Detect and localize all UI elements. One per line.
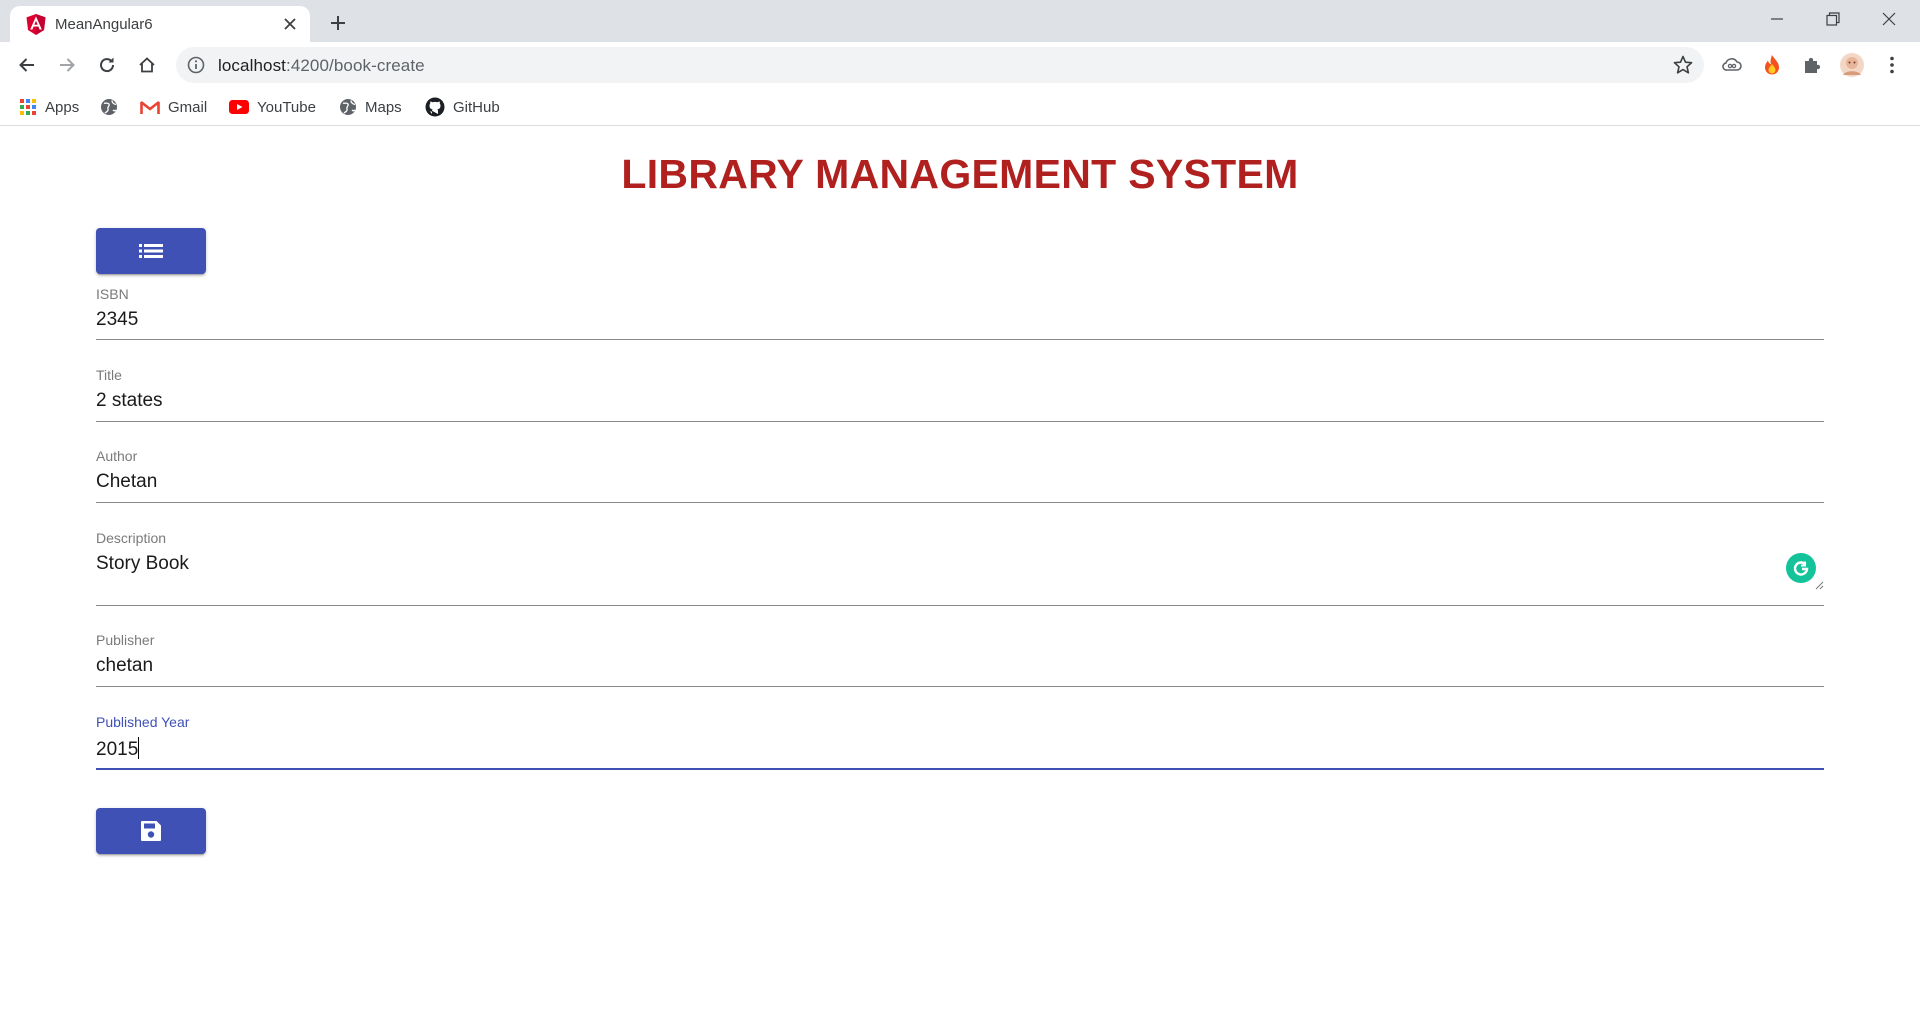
- address-bar[interactable]: localhost:4200/book-create: [176, 47, 1704, 83]
- published-year-value: 2015: [96, 739, 139, 760]
- author-input[interactable]: Chetan: [96, 471, 157, 493]
- bookmark-maps[interactable]: Maps: [339, 94, 402, 120]
- title-field[interactable]: Title 2 states: [96, 367, 1824, 422]
- description-field[interactable]: Description Story Book: [96, 530, 1824, 606]
- bookmark-label: Gmail: [168, 98, 208, 116]
- plus-icon: [331, 16, 345, 30]
- apps-grid-icon: [20, 99, 36, 115]
- grammarly-icon[interactable]: [1786, 553, 1816, 583]
- input-underline: [96, 339, 1824, 340]
- back-button[interactable]: [11, 49, 43, 81]
- publisher-input[interactable]: chetan: [96, 655, 153, 677]
- bookmark-label: YouTube: [257, 98, 316, 116]
- avatar: [1840, 53, 1864, 77]
- published-year-field[interactable]: Published Year 2015: [96, 714, 1824, 770]
- globe-icon: [101, 99, 117, 115]
- publisher-label: Publisher: [96, 632, 155, 648]
- minimize-icon: [1771, 18, 1783, 20]
- input-underline-focused: [96, 768, 1824, 770]
- resize-handle-icon[interactable]: [1814, 580, 1824, 590]
- book-list-button[interactable]: [96, 228, 206, 274]
- tab-strip: MeanAngular6: [0, 0, 1920, 42]
- url-host: localhost: [218, 56, 286, 75]
- author-field[interactable]: Author Chetan: [96, 448, 1824, 503]
- github-icon: [425, 97, 445, 117]
- isbn-field[interactable]: ISBN 2345: [96, 286, 1824, 340]
- bookmark-label: Apps: [45, 98, 80, 116]
- angular-icon: [26, 14, 46, 35]
- minimize-button[interactable]: [1754, 0, 1800, 38]
- browser-toolbar: localhost:4200/book-create: [0, 42, 1920, 88]
- close-icon: [284, 18, 296, 30]
- url-path: :4200/book-create: [286, 56, 425, 75]
- flame-icon: [1765, 55, 1779, 75]
- profile-button[interactable]: [1838, 51, 1866, 79]
- cloud-link-icon: [1722, 58, 1742, 71]
- browser-tab[interactable]: MeanAngular6: [10, 6, 310, 42]
- published-year-label: Published Year: [96, 714, 190, 730]
- info-icon[interactable]: [186, 55, 206, 75]
- isbn-input[interactable]: 2345: [96, 309, 138, 331]
- tab-title: MeanAngular6: [55, 16, 153, 33]
- save-icon: [141, 821, 161, 841]
- home-button[interactable]: [131, 49, 163, 81]
- reload-button[interactable]: [91, 49, 123, 81]
- publisher-field[interactable]: Publisher chetan: [96, 632, 1824, 687]
- extension-button[interactable]: [1758, 51, 1786, 79]
- arrow-left-icon: [19, 58, 34, 72]
- gmail-icon: [140, 100, 160, 114]
- isbn-label: ISBN: [96, 286, 129, 302]
- list-icon: [139, 244, 163, 258]
- restore-icon: [1826, 12, 1840, 26]
- bookmark-globe[interactable]: [100, 94, 126, 120]
- extensions-button[interactable]: [1798, 51, 1826, 79]
- save-button[interactable]: [96, 808, 206, 854]
- bookmark-github[interactable]: GitHub: [425, 94, 500, 120]
- input-underline: [96, 605, 1824, 606]
- input-underline: [96, 421, 1824, 422]
- restore-button[interactable]: [1810, 0, 1856, 38]
- puzzle-icon: [1805, 57, 1821, 73]
- arrow-right-icon: [60, 58, 75, 72]
- published-year-input[interactable]: 2015: [96, 737, 140, 761]
- bookmark-youtube[interactable]: YouTube: [229, 94, 316, 120]
- title-label: Title: [96, 367, 122, 383]
- bookmark-label: GitHub: [453, 98, 500, 116]
- description-textarea[interactable]: Story Book: [96, 553, 189, 575]
- page-content: LIBRARY MANAGEMENT SYSTEM ISBN 2345 Titl…: [0, 127, 1920, 1027]
- home-icon: [139, 57, 155, 73]
- browser-menu-button[interactable]: [1878, 51, 1906, 79]
- page-title: LIBRARY MANAGEMENT SYSTEM: [621, 151, 1299, 197]
- bookmark-label: Maps: [365, 98, 402, 116]
- url-text[interactable]: localhost:4200/book-create: [218, 56, 425, 76]
- title-input[interactable]: 2 states: [96, 390, 163, 412]
- forward-button[interactable]: [51, 49, 83, 81]
- globe-icon: [340, 99, 356, 115]
- reload-icon: [100, 57, 115, 73]
- description-label: Description: [96, 530, 167, 546]
- input-underline: [96, 502, 1824, 503]
- bookmark-gmail[interactable]: Gmail: [140, 94, 207, 120]
- star-icon[interactable]: [1672, 54, 1694, 76]
- text-caret: [138, 737, 140, 759]
- window-close-button[interactable]: [1866, 0, 1912, 38]
- bookmark-apps[interactable]: Apps: [19, 94, 79, 120]
- author-label: Author: [96, 448, 138, 464]
- tab-close-button[interactable]: [278, 12, 302, 36]
- new-tab-button[interactable]: [324, 9, 352, 37]
- extension-button[interactable]: [1718, 51, 1746, 79]
- youtube-icon: [229, 100, 249, 114]
- kebab-menu-icon: [1890, 56, 1894, 74]
- close-icon: [1882, 12, 1896, 26]
- input-underline: [96, 686, 1824, 687]
- bookmarks-bar: Apps Gmail YouTube Maps GitHub: [0, 88, 1920, 126]
